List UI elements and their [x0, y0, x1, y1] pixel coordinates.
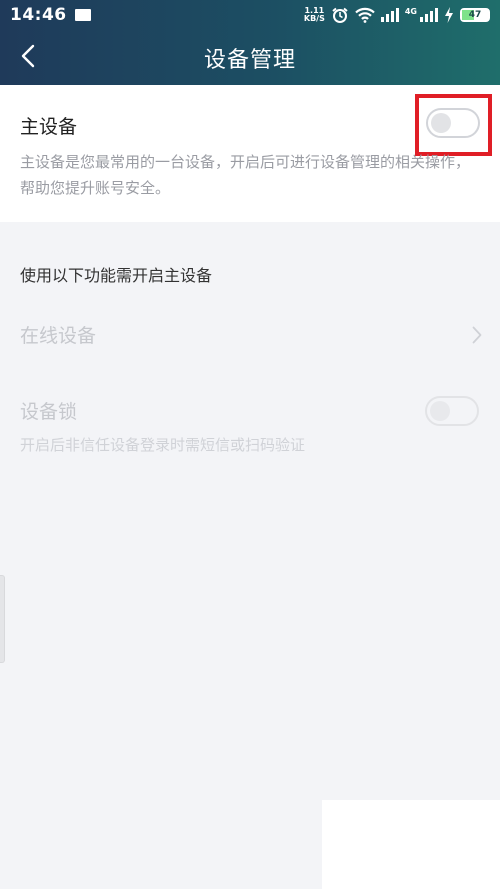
network-speed-unit: KB/S [303, 14, 325, 23]
toggle-knob [430, 401, 450, 421]
chevron-right-icon [472, 326, 482, 344]
wifi-icon [355, 7, 375, 23]
section-label: 使用以下功能需开启主设备 [20, 266, 213, 285]
battery-percent: 47 [468, 10, 482, 20]
device-lock-toggle[interactable] [425, 396, 479, 426]
status-bar: 14:46 1.11 KB/S 4G 47 [0, 0, 500, 30]
online-devices-row[interactable]: 在线设备 [0, 297, 500, 372]
device-lock-description: 开启后非信任设备登录时需短信或扫码验证 [20, 436, 306, 454]
network-type: 4G [404, 7, 417, 16]
charging-icon [445, 7, 453, 23]
status-right: 1.11 KB/S 4G 47 [304, 7, 490, 23]
signal-bars-icon [380, 8, 399, 22]
network-speed: 1.11 KB/S [304, 7, 325, 23]
chevron-left-icon [21, 44, 35, 68]
app-header: 14:46 1.11 KB/S 4G 47 设备管理 [0, 0, 500, 85]
signal-bars-4g-icon [420, 8, 438, 22]
alarm-icon [332, 7, 348, 23]
back-button[interactable] [10, 38, 46, 74]
highlight-box [415, 94, 492, 156]
status-left: 14:46 [10, 5, 91, 25]
message-icon [74, 9, 91, 21]
primary-device-description: 主设备是您最常用的一台设备，开启后可进行设备管理的相关操作，帮助您提升账号安全。 [20, 153, 471, 197]
online-devices-label: 在线设备 [20, 325, 97, 347]
device-lock-label: 设备锁 [20, 401, 78, 423]
bottom-overlay [322, 800, 500, 889]
battery-icon: 47 [460, 8, 490, 22]
nav-bar: 设备管理 [0, 30, 500, 85]
status-time: 14:46 [10, 5, 67, 25]
page-title: 设备管理 [203, 47, 296, 73]
primary-device-card: 主设备 主设备是您最常用的一台设备，开启后可进行设备管理的相关操作，帮助您提升账… [0, 85, 500, 222]
dependent-features: 在线设备 设备锁 开启后非信任设备登录时需短信或扫码验证 [0, 297, 500, 479]
primary-device-title: 主设备 [20, 116, 78, 138]
side-drawer-handle[interactable] [0, 575, 5, 663]
